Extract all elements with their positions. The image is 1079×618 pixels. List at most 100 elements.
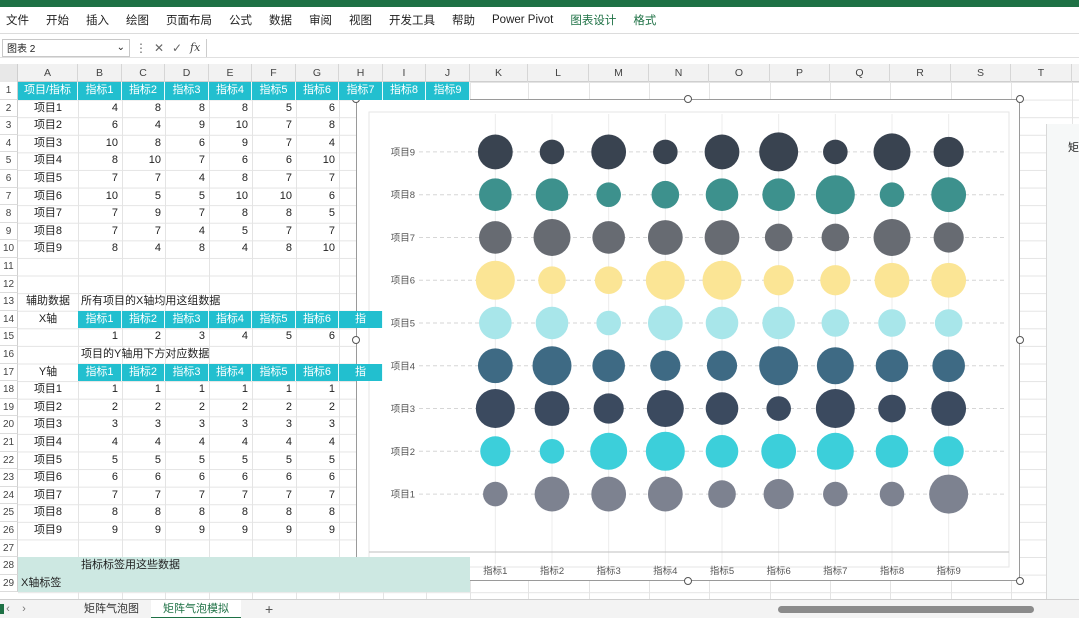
data-cell[interactable]: 8 — [296, 117, 339, 135]
data-cell[interactable]: 8 — [209, 205, 252, 223]
data-cell[interactable]: 6 — [252, 152, 296, 170]
row-label[interactable]: 项目4 — [18, 152, 78, 170]
column-header-h[interactable]: H — [339, 64, 383, 82]
y-value[interactable]: 8 — [252, 504, 296, 522]
row-header-7[interactable]: 7 — [0, 187, 18, 206]
y-value[interactable]: 6 — [122, 469, 165, 487]
y-value[interactable]: 8 — [78, 504, 122, 522]
data-cell[interactable]: 8 — [252, 205, 296, 223]
column-header-l[interactable]: L — [528, 64, 589, 82]
y-row-label[interactable]: 项目2 — [18, 399, 78, 417]
row-header-3[interactable]: 3 — [0, 117, 18, 135]
y-value[interactable]: 1 — [209, 381, 252, 399]
data-cell[interactable]: 4 — [209, 240, 252, 258]
data-cell[interactable]: 10 — [122, 152, 165, 170]
data-cell[interactable]: 7 — [252, 223, 296, 241]
y-row-label[interactable]: 项目7 — [18, 487, 78, 505]
data-cell[interactable]: 5 — [209, 223, 252, 241]
data-cell[interactable]: 10 — [209, 117, 252, 135]
column-header-c[interactable]: C — [122, 64, 165, 82]
column-header-e[interactable]: E — [209, 64, 252, 82]
resize-handle[interactable] — [1016, 577, 1024, 585]
data-cell[interactable]: 5 — [252, 100, 296, 118]
column-header-o[interactable]: O — [709, 64, 770, 82]
header-metric-8[interactable]: 指标8 — [383, 82, 426, 100]
data-cell[interactable]: 5 — [296, 205, 339, 223]
data-cell[interactable]: 10 — [296, 240, 339, 258]
name-box[interactable]: 图表 2 ⌄ — [2, 38, 130, 57]
y-value[interactable]: 8 — [209, 504, 252, 522]
y-header[interactable]: 指标5 — [252, 363, 296, 382]
y-header[interactable]: 指 — [339, 363, 383, 382]
data-cell[interactable]: 6 — [165, 135, 209, 153]
column-header-f[interactable]: F — [252, 64, 296, 82]
y-row-label[interactable]: 项目8 — [18, 504, 78, 522]
y-value[interactable]: 7 — [252, 487, 296, 505]
y-value[interactable]: 6 — [165, 469, 209, 487]
row-label[interactable]: 项目3 — [18, 135, 78, 153]
data-cell[interactable]: 8 — [78, 240, 122, 258]
header-metric-3[interactable]: 指标3 — [165, 82, 209, 100]
y-row-label[interactable]: 项目6 — [18, 469, 78, 487]
x-tick-label-cell[interactable]: X轴标签 — [18, 575, 122, 593]
row-label[interactable]: 项目8 — [18, 223, 78, 241]
ribbon-tab-6[interactable]: 公式 — [229, 12, 252, 28]
row-header-19[interactable]: 19 — [0, 398, 18, 417]
data-cell[interactable]: 7 — [78, 205, 122, 223]
ribbon-tab-11[interactable]: 帮助 — [452, 12, 475, 28]
x-header[interactable]: 指标2 — [122, 310, 165, 329]
data-cell[interactable]: 4 — [122, 117, 165, 135]
row-header-18[interactable]: 18 — [0, 381, 18, 399]
row-header-24[interactable]: 24 — [0, 486, 18, 505]
column-header-d[interactable]: D — [165, 64, 209, 82]
scrollbar-thumb[interactable] — [778, 606, 1034, 613]
x-value[interactable]: 3 — [165, 328, 209, 346]
confirm-icon[interactable]: ✓ — [170, 41, 184, 55]
y-header[interactable]: 指标1 — [78, 363, 122, 382]
row-header-13[interactable]: 13 — [0, 293, 18, 311]
y-value[interactable]: 4 — [165, 434, 209, 452]
ribbon-tab-5[interactable]: 页面布局 — [166, 12, 212, 28]
y-value[interactable]: 5 — [252, 452, 296, 470]
row-header-25[interactable]: 25 — [0, 504, 18, 522]
add-sheet-button[interactable]: + — [265, 601, 273, 617]
row-header-11[interactable]: 11 — [0, 258, 18, 276]
y-value[interactable]: 1 — [78, 381, 122, 399]
sheet-tab-1[interactable]: 矩阵气泡图 — [72, 600, 151, 618]
column-header-m[interactable]: M — [589, 64, 649, 82]
data-cell[interactable]: 6 — [78, 117, 122, 135]
resize-handle[interactable] — [1016, 95, 1024, 103]
row-header-14[interactable]: 14 — [0, 310, 18, 329]
y-row-label[interactable]: 项目4 — [18, 434, 78, 452]
data-cell[interactable]: 7 — [122, 170, 165, 188]
ribbon-tab-2[interactable]: 开始 — [46, 12, 69, 28]
column-header-j[interactable]: J — [426, 64, 470, 82]
y-value[interactable]: 1 — [165, 381, 209, 399]
y-value[interactable]: 3 — [296, 416, 339, 434]
ribbon-tab-14[interactable]: 格式 — [633, 12, 656, 28]
x-header[interactable]: 指标6 — [296, 310, 339, 329]
x-value[interactable]: 6 — [296, 328, 339, 346]
sheet-next-icon[interactable]: › — [16, 603, 32, 615]
y-value[interactable]: 6 — [296, 469, 339, 487]
y-row-label[interactable]: 项目5 — [18, 452, 78, 470]
row-label[interactable]: 项目1 — [18, 100, 78, 118]
data-cell[interactable]: 8 — [209, 100, 252, 118]
x-value[interactable]: 5 — [252, 328, 296, 346]
y-row-label[interactable]: 项目3 — [18, 416, 78, 434]
x-value[interactable]: 4 — [209, 328, 252, 346]
row-header-4[interactable]: 4 — [0, 134, 18, 153]
y-value[interactable]: 6 — [209, 469, 252, 487]
data-cell[interactable]: 7 — [252, 135, 296, 153]
column-header-t[interactable]: T — [1011, 64, 1072, 82]
y-value[interactable]: 9 — [209, 522, 252, 540]
data-cell[interactable]: 8 — [122, 100, 165, 118]
data-cell[interactable]: 9 — [209, 135, 252, 153]
formula-input[interactable] — [206, 38, 1079, 57]
data-cell[interactable]: 7 — [296, 223, 339, 241]
data-cell[interactable]: 10 — [252, 188, 296, 206]
y-value[interactable]: 4 — [78, 434, 122, 452]
row-header-12[interactable]: 12 — [0, 275, 18, 294]
row-header-17[interactable]: 17 — [0, 363, 18, 382]
y-value[interactable]: 3 — [165, 416, 209, 434]
